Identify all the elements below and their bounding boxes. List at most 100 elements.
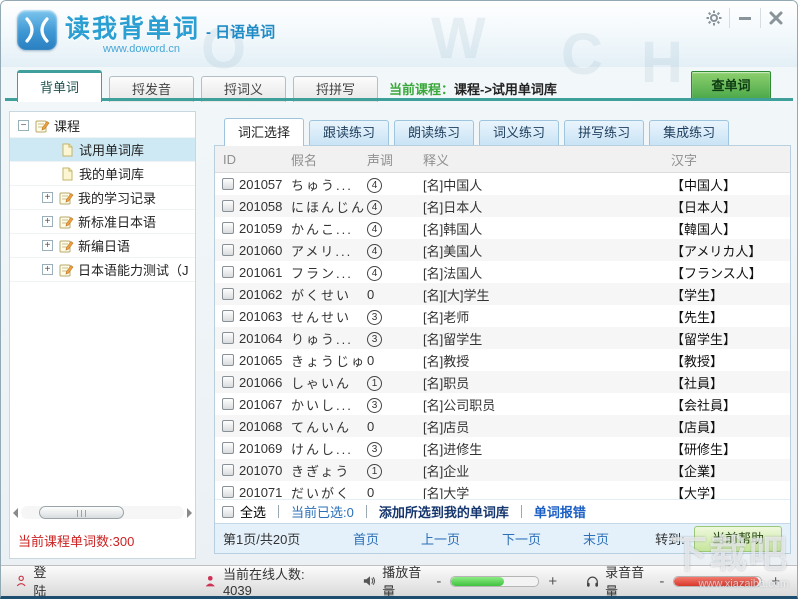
word-count-label: 当前课程单词数:: [18, 534, 113, 549]
expand-icon[interactable]: +: [42, 264, 53, 275]
help-button[interactable]: 当前帮助: [694, 526, 782, 552]
tone-circled-number: 4: [367, 244, 382, 259]
last-page-link[interactable]: 末页: [583, 529, 609, 548]
search-word-button[interactable]: 查单词: [691, 71, 771, 100]
first-page-link[interactable]: 首页: [353, 529, 379, 548]
word-id: 201070: [239, 463, 291, 478]
word-kanji: 【アメリカ人】: [671, 241, 790, 260]
report-error-link[interactable]: 单词报错: [534, 502, 586, 521]
row-checkbox[interactable]: [222, 288, 234, 300]
row-checkbox[interactable]: [222, 442, 234, 454]
record-volume-slider[interactable]: [673, 576, 762, 587]
column-header-ID: ID: [215, 152, 291, 167]
collapse-icon[interactable]: −: [18, 120, 29, 131]
notepad-icon: [34, 118, 50, 134]
row-checkbox[interactable]: [222, 244, 234, 256]
tone-circled-number: 3: [367, 332, 382, 347]
practice-tab-词汇选择[interactable]: 词汇选择: [224, 118, 304, 146]
word-kana: りゅう...: [291, 329, 367, 348]
expand-icon[interactable]: +: [42, 192, 53, 203]
select-all-label[interactable]: 全选: [240, 502, 266, 521]
tree-item-我的单词库[interactable]: 我的单词库: [10, 162, 195, 186]
next-page-link[interactable]: 下一页: [502, 529, 541, 548]
expand-icon[interactable]: +: [42, 216, 53, 227]
scroll-right-arrow-icon[interactable]: [187, 508, 192, 518]
tree-item-新编日语[interactable]: +新编日语: [10, 234, 195, 258]
word-id: 201058: [239, 199, 291, 214]
row-checkbox[interactable]: [222, 398, 234, 410]
row-checkbox[interactable]: [222, 200, 234, 212]
tree-item-日本语能力测试（J[interactable]: +日本语能力测试（J: [10, 258, 195, 282]
row-checkbox[interactable]: [222, 464, 234, 476]
row-checkbox[interactable]: [222, 486, 234, 498]
record-volume-plus-button[interactable]: +: [768, 573, 783, 590]
word-kanji: 【社員】: [671, 373, 790, 392]
prev-page-link[interactable]: 上一页: [421, 529, 460, 548]
word-row-201068: 201068てんいん0[名]店员【店員】: [215, 415, 790, 437]
add-to-library-link[interactable]: 添加所选到我的单词库: [379, 502, 509, 521]
close-button[interactable]: [761, 5, 791, 31]
play-volume-minus-button[interactable]: -: [433, 573, 444, 590]
tree-item-我的学习记录[interactable]: +我的学习记录: [10, 186, 195, 210]
expand-icon[interactable]: +: [42, 240, 53, 251]
word-meaning: [名]日本人: [423, 197, 671, 216]
word-id: 201063: [239, 309, 291, 324]
row-checkbox[interactable]: [222, 222, 234, 234]
word-kanji: 【フランス人】: [671, 263, 790, 282]
tree-item-试用单词库[interactable]: 试用单词库: [10, 138, 195, 162]
tone-circled-number: 3: [367, 310, 382, 325]
practice-tab-朗读练习[interactable]: 朗读练习: [394, 120, 474, 145]
practice-tab-集成练习[interactable]: 集成练习: [649, 120, 729, 145]
divider: [278, 505, 279, 518]
word-meaning: [名]店员: [423, 417, 671, 436]
word-kana: アメリ...: [291, 241, 367, 260]
word-kanji: 【先生】: [671, 307, 790, 326]
word-tone: 4: [367, 220, 423, 237]
settings-button[interactable]: [699, 5, 729, 31]
word-meaning: [名][大]学生: [423, 285, 671, 304]
word-kanji: 【企業】: [671, 461, 790, 480]
login-label[interactable]: 登陆: [33, 562, 56, 599]
row-checkbox[interactable]: [222, 310, 234, 322]
word-meaning: [名]职员: [423, 373, 671, 392]
practice-tab-跟读练习[interactable]: 跟读练习: [309, 120, 389, 145]
tree-item-课程[interactable]: − 课程: [10, 114, 195, 138]
word-id: 201059: [239, 221, 291, 236]
tree-item-label: 课程: [54, 116, 80, 135]
play-volume-plus-button[interactable]: +: [545, 573, 560, 590]
scrollbar-track[interactable]: [21, 506, 184, 519]
top-tab-背单词[interactable]: 背单词: [17, 70, 102, 102]
play-volume-slider[interactable]: [450, 576, 539, 587]
word-kanji: 【学生】: [671, 285, 790, 304]
word-tone: 0: [367, 287, 423, 302]
word-id: 201057: [239, 177, 291, 192]
select-all-checkbox[interactable]: [222, 506, 234, 518]
row-checkbox[interactable]: [222, 376, 234, 388]
row-checkbox[interactable]: [222, 420, 234, 432]
word-row-201060: 201060アメリ...4[名]美国人【アメリカ人】: [215, 239, 790, 261]
row-checkbox[interactable]: [222, 178, 234, 190]
record-volume-minus-button[interactable]: -: [656, 573, 667, 590]
scrollbar-thumb[interactable]: [39, 506, 124, 519]
tree-item-label: 试用单词库: [79, 140, 144, 159]
word-kana: がくせい: [291, 285, 367, 304]
word-meaning: [名]法国人: [423, 263, 671, 282]
scroll-left-arrow-icon[interactable]: [13, 508, 18, 518]
word-id: 201064: [239, 331, 291, 346]
minimize-button[interactable]: [730, 5, 760, 31]
tree-item-新标准日本语[interactable]: +新标准日本语: [10, 210, 195, 234]
app-logo-icon: [17, 10, 57, 50]
practice-tab-词义练习[interactable]: 词义练习: [479, 120, 559, 145]
play-volume-label: 播放音量: [382, 562, 427, 599]
word-kanji: 【教授】: [671, 351, 790, 370]
horizontal-scrollbar[interactable]: [13, 505, 192, 520]
row-checkbox[interactable]: [222, 266, 234, 278]
login-group[interactable]: 登陆: [15, 562, 56, 599]
file-icon: [60, 166, 75, 182]
row-checkbox[interactable]: [222, 332, 234, 344]
table-header: ID假名声调释义汉字: [215, 146, 790, 173]
word-row-201070: 201070きぎょう1[名]企业【企業】: [215, 459, 790, 481]
word-id: 201065: [239, 353, 291, 368]
practice-tab-拼写练习[interactable]: 拼写练习: [564, 120, 644, 145]
row-checkbox[interactable]: [222, 354, 234, 366]
